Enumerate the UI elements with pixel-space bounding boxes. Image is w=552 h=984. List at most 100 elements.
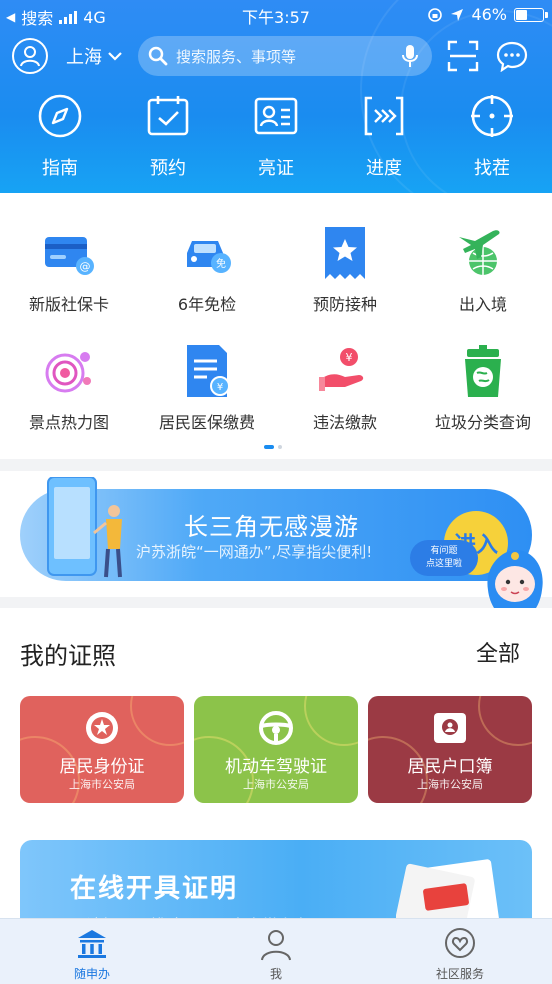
status-bar: ◀ 搜索 4G 下午3:57 46% bbox=[0, 0, 552, 30]
service-label: 垃圾分类查询 bbox=[434, 413, 531, 432]
id-card-icon bbox=[254, 97, 298, 135]
banner-title: 长三角无感漫游 bbox=[184, 513, 359, 541]
quick-action-label: 亮证 bbox=[258, 158, 294, 179]
tab-home[interactable]: 随申办 bbox=[32, 927, 152, 982]
city-selector[interactable]: 上海 bbox=[66, 43, 122, 69]
service-heatmap[interactable]: 景点热力图 bbox=[0, 341, 138, 433]
tab-community[interactable]: 社区服务 bbox=[400, 927, 520, 982]
quick-action-report[interactable]: 找茬 bbox=[438, 92, 546, 182]
service-label: 违法缴款 bbox=[312, 413, 377, 432]
promo-title: 在线开具证明 bbox=[70, 874, 239, 904]
tab-label: 社区服务 bbox=[435, 967, 484, 981]
quick-action-guide[interactable]: 指南 bbox=[6, 92, 114, 182]
license-title: 机动车驾驶证 bbox=[225, 757, 327, 777]
hand-payment-icon: ¥ bbox=[319, 348, 364, 391]
service-vaccination[interactable]: 预防接种 bbox=[276, 223, 414, 315]
battery-percent: 46% bbox=[471, 5, 507, 24]
help-text-line2: 点这里啦 bbox=[425, 559, 462, 569]
help-text-line1: 有问题 bbox=[430, 546, 458, 556]
service-social-security-card[interactable]: @ 新版社保卡 bbox=[0, 223, 138, 315]
license-card-id[interactable]: 居民身份证 上海市公安局 bbox=[20, 696, 184, 803]
svg-text:¥: ¥ bbox=[217, 382, 223, 393]
household-register-icon bbox=[434, 713, 466, 743]
section-title: 我的证照 bbox=[20, 642, 116, 670]
chevron-down-icon bbox=[108, 52, 122, 61]
airplane-globe-icon bbox=[459, 230, 500, 275]
quick-action-label: 预约 bbox=[150, 158, 186, 179]
service-label: 居民医保缴费 bbox=[158, 413, 255, 432]
rotation-lock-icon bbox=[428, 7, 443, 22]
city-label: 上海 bbox=[66, 47, 102, 68]
tab-me[interactable]: 我 bbox=[216, 927, 336, 982]
service-label: 6年免检 bbox=[177, 295, 237, 314]
microphone-icon[interactable] bbox=[402, 44, 418, 68]
quick-action-appointment[interactable]: 预约 bbox=[114, 92, 222, 182]
medical-insurance-icon: ¥ bbox=[187, 345, 230, 397]
social-security-card-icon: @ bbox=[45, 237, 94, 275]
app-screen: ◀ 搜索 4G 下午3:57 46% 上海 搜索服务、事项等 指南 预约 亮证 … bbox=[0, 0, 552, 984]
user-icon bbox=[261, 930, 291, 961]
search-input[interactable]: 搜索服务、事项等 bbox=[138, 36, 432, 76]
my-licenses-section: 我的证照 全部 居民身份证 上海市公安局 机动车驾驶证 上海市公安局 居民户口簿… bbox=[0, 608, 552, 834]
car-exempt-icon: 免 bbox=[187, 241, 231, 273]
crosshair-icon bbox=[471, 95, 513, 137]
service-label: 出入境 bbox=[458, 295, 507, 314]
card-decoration bbox=[130, 696, 184, 746]
license-issuer: 上海市公安局 bbox=[69, 778, 135, 791]
service-grid: @ 新版社保卡 免 6年免检 预防接种 出入境 景点热力图 ¥ 居民医保缴费 ¥… bbox=[0, 193, 552, 459]
location-arrow-icon bbox=[451, 8, 464, 21]
user-icon bbox=[20, 46, 40, 67]
license-card-driver[interactable]: 机动车驾驶证 上海市公安局 bbox=[194, 696, 358, 803]
license-card-household[interactable]: 居民户口簿 上海市公安局 bbox=[368, 696, 532, 803]
phone-person-illustration bbox=[47, 477, 122, 578]
header: ◀ 搜索 4G 下午3:57 46% 上海 搜索服务、事项等 指南 预约 亮证 … bbox=[0, 0, 552, 193]
quick-action-label: 进度 bbox=[366, 158, 402, 179]
calendar-check-icon bbox=[147, 96, 189, 136]
svg-text:免: 免 bbox=[216, 257, 226, 270]
battery-icon bbox=[514, 7, 548, 22]
service-trash-sorting[interactable]: 垃圾分类查询 bbox=[414, 341, 552, 433]
quick-action-label: 找茬 bbox=[474, 158, 510, 179]
vaccination-icon bbox=[325, 227, 365, 279]
promo-section: 在线开具证明 不请假，不排队，足不出户掌上办 bbox=[0, 834, 552, 940]
search-icon bbox=[148, 46, 168, 66]
license-title: 居民身份证 bbox=[59, 757, 145, 777]
page-dot-active bbox=[264, 445, 274, 449]
license-issuer: 上海市公安局 bbox=[243, 778, 309, 791]
help-bubble[interactable]: 有问题 点这里啦 bbox=[410, 540, 478, 576]
message-icon[interactable] bbox=[496, 40, 528, 72]
service-label: 景点热力图 bbox=[28, 413, 109, 432]
svg-text:@: @ bbox=[80, 260, 91, 273]
quick-action-progress[interactable]: 进度 bbox=[330, 92, 438, 182]
scan-icon[interactable] bbox=[447, 40, 479, 72]
page-dot bbox=[278, 445, 282, 449]
search-placeholder: 搜索服务、事项等 bbox=[176, 48, 297, 66]
steering-wheel-icon bbox=[259, 711, 293, 745]
service-label: 新版社保卡 bbox=[28, 295, 109, 314]
heart-chat-icon bbox=[445, 928, 475, 958]
svg-text:¥: ¥ bbox=[346, 351, 353, 364]
compass-icon bbox=[38, 94, 82, 138]
progress-icon bbox=[364, 96, 404, 136]
service-exit-entry[interactable]: 出入境 bbox=[414, 223, 552, 315]
card-decoration bbox=[478, 696, 532, 746]
banner-subtitle: 沪苏浙皖“一网通办”,尽享指尖便利! bbox=[136, 543, 373, 561]
tab-bar: 随申办 我 社区服务 bbox=[0, 918, 552, 984]
license-title: 居民户口簿 bbox=[407, 757, 493, 777]
service-label: 预防接种 bbox=[312, 295, 377, 314]
service-medical-insurance[interactable]: ¥ 居民医保缴费 bbox=[138, 341, 276, 433]
tab-label: 随申办 bbox=[73, 967, 110, 981]
card-decoration bbox=[304, 696, 358, 746]
quick-action-show-id[interactable]: 亮证 bbox=[222, 92, 330, 182]
profile-avatar-button[interactable] bbox=[12, 38, 48, 74]
service-car-exempt[interactable]: 免 6年免检 bbox=[138, 223, 276, 315]
quick-actions: 指南 预约 亮证 进度 找茬 bbox=[0, 92, 552, 182]
tab-label: 我 bbox=[269, 967, 282, 981]
trash-sorting-icon bbox=[465, 345, 501, 397]
service-fine-payment[interactable]: ¥ 违法缴款 bbox=[276, 341, 414, 433]
national-emblem-icon bbox=[86, 712, 118, 744]
page-indicator bbox=[264, 445, 282, 449]
license-issuer: 上海市公安局 bbox=[417, 778, 483, 791]
top-bar: 上海 搜索服务、事项等 bbox=[0, 34, 552, 78]
view-all-link[interactable]: 全部 bbox=[476, 636, 520, 668]
